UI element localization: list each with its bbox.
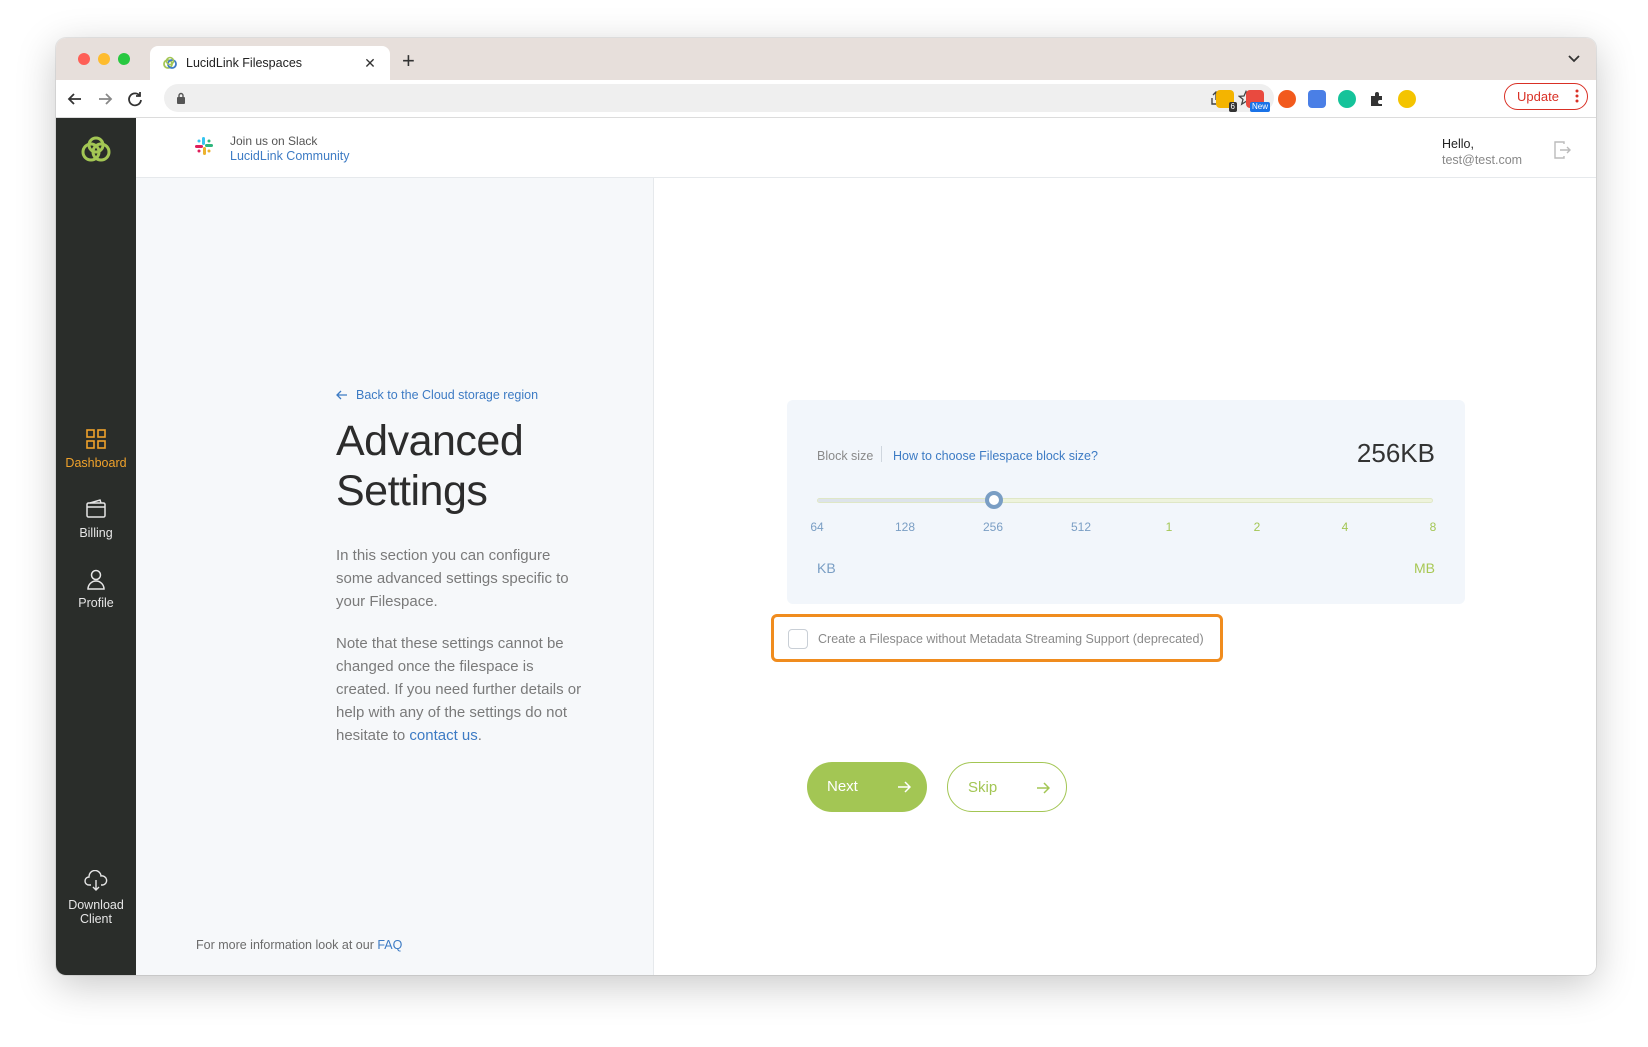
user-icon <box>87 569 105 590</box>
page-title-line-2: Settings <box>336 467 488 515</box>
slack-icon[interactable] <box>194 136 214 156</box>
metadata-streaming-label: Create a Filespace without Metadata Stre… <box>818 632 1204 646</box>
sidebar: Dashboard Billing Profile Download Clien… <box>56 118 136 975</box>
lucidlink-favicon-icon <box>163 56 177 69</box>
minimize-window-button[interactable] <box>98 53 110 65</box>
block-size-label: Block size <box>817 449 874 463</box>
app-header: Join us on Slack LucidLink Community Hel… <box>136 118 1596 178</box>
translate-extension-icon[interactable] <box>1308 90 1326 108</box>
slider-tick-label[interactable]: 256 <box>983 520 1003 534</box>
slack-community-link[interactable]: LucidLink Community <box>230 149 350 163</box>
more-vertical-icon <box>1575 89 1579 103</box>
block-size-value: 256KB <box>1356 438 1435 468</box>
tab-search-chevron-icon[interactable] <box>1566 50 1582 66</box>
slider-tick-label[interactable]: 2 <box>1254 520 1261 534</box>
logout-icon[interactable] <box>1552 140 1572 160</box>
lucidlink-logo-icon[interactable] <box>78 132 114 168</box>
contact-us-link[interactable]: contact us <box>409 727 477 744</box>
slider-tick-label[interactable]: 64 <box>810 520 823 534</box>
zoom-window-button[interactable] <box>118 53 130 65</box>
slider-ticks: 64 128 256 512 1 2 4 8 <box>810 520 1436 536</box>
browser-window: LucidLink Filespaces ✕ + 6 New Update Da… <box>56 38 1596 975</box>
skip-label: Skip <box>968 779 998 796</box>
sidebar-item-dashboard[interactable]: Dashboard <box>56 428 136 470</box>
update-button[interactable]: Update <box>1504 83 1588 110</box>
sidebar-item-label: Billing <box>79 526 113 540</box>
faq-note: For more information look at our FAQ <box>196 938 402 952</box>
reload-icon[interactable] <box>124 88 146 110</box>
slider-tick-label[interactable]: 4 <box>1342 520 1349 534</box>
profile-avatar-icon[interactable] <box>1398 90 1416 108</box>
tab-title: LucidLink Filespaces <box>186 56 303 70</box>
lucidlink-app: Dashboard Billing Profile Download Clien… <box>56 118 1596 975</box>
next-label: Next <box>827 778 858 795</box>
tab-strip: LucidLink Filespaces ✕ + <box>56 38 1596 80</box>
close-window-button[interactable] <box>78 53 90 65</box>
sidebar-item-profile[interactable]: Profile <box>56 568 136 610</box>
sidebar-item-label: Dashboard <box>65 456 127 470</box>
cloud-download-icon <box>84 870 108 891</box>
slider-tick-label[interactable]: 1 <box>1166 520 1173 534</box>
slider-fill <box>818 499 994 502</box>
section-description: In this section you can configure some a… <box>336 547 569 610</box>
settings-note: Note that these settings cannot be chang… <box>336 632 586 747</box>
slider-tick-label[interactable]: 8 <box>1430 520 1437 534</box>
slack-join-text: Join us on Slack <box>230 134 318 148</box>
metadata-streaming-checkbox[interactable] <box>788 629 808 649</box>
sticky-notes-extension-icon[interactable]: 6 <box>1216 90 1237 112</box>
back-arrow-icon[interactable] <box>64 88 86 110</box>
divider <box>881 446 882 462</box>
update-label: Update <box>1517 89 1559 104</box>
info-pane: Back to the Cloud storage region Advance… <box>136 178 654 975</box>
block-size-help-link[interactable]: How to choose Filespace block size? <box>893 449 1098 463</box>
sidebar-item-label: Download Client <box>68 898 124 926</box>
block-size-card: Block size How to choose Filespace block… <box>787 400 1465 604</box>
window-controls <box>78 53 130 65</box>
arrow-right-icon <box>1037 782 1050 794</box>
browser-tab[interactable]: LucidLink Filespaces ✕ <box>150 46 390 80</box>
metadata-streaming-option[interactable]: Create a Filespace without Metadata Stre… <box>771 614 1223 662</box>
block-size-slider[interactable] <box>817 491 1433 509</box>
arrow-right-icon <box>898 781 911 793</box>
settings-pane: Block size How to choose Filespace block… <box>655 178 1596 975</box>
faq-text: For more information look at our <box>196 938 378 952</box>
unit-kb-label: KB <box>817 560 836 576</box>
page-title: Advanced Settings <box>336 416 616 516</box>
puzzle-extension-icon[interactable] <box>1368 90 1386 108</box>
faq-link[interactable]: FAQ <box>377 938 402 952</box>
sidebar-item-billing[interactable]: Billing <box>56 498 136 540</box>
forward-arrow-icon[interactable] <box>94 88 116 110</box>
grid-icon <box>86 429 106 449</box>
new-extension-icon[interactable]: New <box>1246 90 1270 112</box>
skip-button[interactable]: Skip <box>947 762 1067 812</box>
tab-close-icon[interactable]: ✕ <box>362 55 378 72</box>
browser-toolbar: 6 New Update <box>56 80 1596 118</box>
lock-icon <box>177 92 185 104</box>
page-title-line-1: Advanced <box>336 417 524 465</box>
new-tab-icon[interactable]: + <box>402 48 415 74</box>
sidebar-item-download-client[interactable]: Download Client <box>56 870 136 926</box>
slider-thumb[interactable] <box>985 491 1003 509</box>
arrow-left-icon <box>336 390 347 400</box>
brave-extension-icon[interactable] <box>1278 90 1296 108</box>
grammarly-extension-icon[interactable] <box>1338 90 1356 108</box>
next-button[interactable]: Next <box>807 762 927 812</box>
greeting: Hello, <box>1442 137 1474 151</box>
slider-tick-label[interactable]: 512 <box>1071 520 1091 534</box>
user-email: test@test.com <box>1442 153 1523 167</box>
settings-note-period: . <box>477 727 482 744</box>
unit-mb-label: MB <box>1414 560 1435 576</box>
back-link-label: Back to the Cloud storage region <box>356 388 539 402</box>
wallet-icon <box>86 499 106 518</box>
sidebar-item-label: Profile <box>78 596 114 610</box>
back-to-region-link[interactable]: Back to the Cloud storage region <box>336 388 538 402</box>
slider-tick-label[interactable]: 128 <box>895 520 915 534</box>
address-bar[interactable] <box>164 84 1274 112</box>
